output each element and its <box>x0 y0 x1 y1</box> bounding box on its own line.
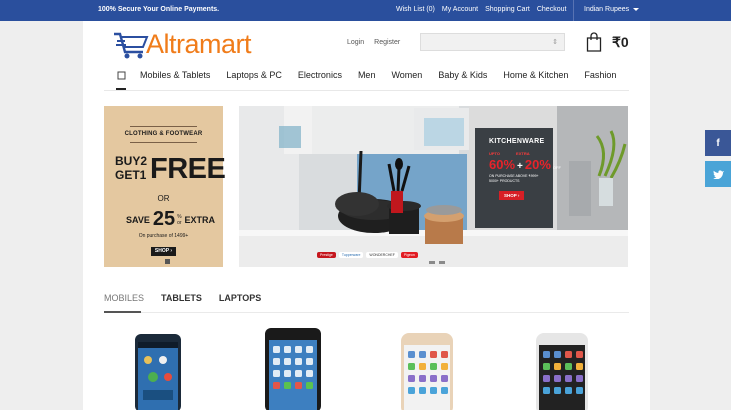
kitchenware-promo: KITCHENWARE UPTO EXTRA 60% + 20% OFF ON … <box>489 138 561 202</box>
extra-label: EXTRA <box>516 151 530 156</box>
android-phone-image[interactable] <box>133 332 183 410</box>
nav-item-mobiles-tablets[interactable]: Mobiles & Tablets <box>140 70 210 80</box>
top-bar: 100% Secure Your Online Payments. Wish L… <box>0 0 731 21</box>
save-label: SAVE <box>126 214 150 225</box>
twitter-icon[interactable] <box>705 161 731 187</box>
slider-dot[interactable] <box>439 261 445 264</box>
discount-primary: 60% <box>489 157 516 172</box>
or-small: or <box>177 219 182 226</box>
shopping-bag-icon[interactable] <box>586 32 602 52</box>
nav-item-baby-kids[interactable]: Baby & Kids <box>438 70 487 80</box>
wishlist-link[interactable]: Wish List (0) <box>396 6 435 13</box>
brand-logos: Prestige Tupperware WONDERCHEF Pigeon <box>317 252 418 258</box>
kitchenware-banner[interactable]: KITCHENWARE UPTO EXTRA 60% + 20% OFF ON … <box>239 106 628 267</box>
buy-line: BUY2 <box>115 154 148 168</box>
topbar-divider <box>573 0 574 21</box>
nav-item-electronics[interactable]: Electronics <box>298 70 342 80</box>
register-link[interactable]: Register <box>374 39 400 46</box>
search-box: ⇕ <box>420 33 565 54</box>
extra-label: EXTRA <box>184 214 216 225</box>
logo[interactable]: Altramart <box>113 29 252 60</box>
kitchen-scene <box>239 106 628 267</box>
login-link[interactable]: Login <box>347 39 364 46</box>
purchase-note: On purchase of 1499+ <box>138 233 189 239</box>
shop-button[interactable]: SHOP › <box>151 247 176 256</box>
promo-heading: KITCHENWARE <box>489 138 545 145</box>
iphone-gold-image[interactable] <box>399 331 455 410</box>
iphone-silver-image[interactable] <box>534 331 590 410</box>
kitchen-shop-label: SHOP <box>504 193 517 198</box>
banner-title: CLOTHING & FOOTWEAR <box>124 131 203 137</box>
brand-logo: Pigeon <box>400 252 418 258</box>
product-grid <box>104 326 629 410</box>
promo-conditions: ON PURCHASE ABOVE ₹999+ 5000+ PRODUCTS <box>489 174 561 184</box>
currency-label: Indian Rupees <box>584 6 630 13</box>
banner-rule-top <box>130 126 197 127</box>
cart-logo-icon <box>114 32 149 58</box>
checkout-link[interactable]: Checkout <box>537 6 567 13</box>
save-percent: 25 <box>152 208 176 230</box>
brand-logo: Tupperware <box>338 252 364 258</box>
product-tabs: MOBILES TABLETS LAPTOPS <box>104 293 278 303</box>
banner-indicator <box>165 259 170 264</box>
nav-item-fashion[interactable]: Fashion <box>584 70 616 80</box>
main-nav: Mobiles & Tablets Laptops & PC Electroni… <box>116 70 632 90</box>
cart-total[interactable]: ₹0 <box>612 34 629 51</box>
caret-down-icon <box>633 8 640 11</box>
promo-discounts: 60% + 20% OFF <box>489 157 561 172</box>
nav-item-home-kitchen[interactable]: Home & Kitchen <box>503 70 568 80</box>
logo-text: Altramart <box>146 29 252 59</box>
discount-extra: 20% <box>524 157 551 172</box>
home-glyph <box>117 71 126 79</box>
nav-item-women[interactable]: Women <box>391 70 422 80</box>
shopping-cart-link[interactable]: Shopping Cart <box>485 6 530 13</box>
auth-links: Login Register <box>347 39 400 46</box>
upto-label: UPTO <box>489 151 501 156</box>
get-line: GET1 <box>115 168 147 182</box>
or-text: OR <box>157 194 170 203</box>
currency-selector[interactable]: Indian Rupees <box>584 6 640 13</box>
save-offer: SAVE 25 % or EXTRA <box>126 208 215 231</box>
nav-item-laptops-pc[interactable]: Laptops & PC <box>226 70 282 80</box>
nav-divider <box>104 90 629 91</box>
top-links: Wish List (0) My Account Shopping Cart C… <box>396 6 566 13</box>
search-toggle-icon[interactable]: ⇕ <box>552 38 558 46</box>
tab-laptops[interactable]: LAPTOPS <box>219 293 261 303</box>
kitchen-shop-button[interactable]: SHOP › <box>499 191 525 200</box>
page-container: Altramart Login Register ⇕ ₹0 Mobiles & … <box>83 21 650 410</box>
discount-plus: + <box>517 161 523 172</box>
twitter-glyph <box>712 169 724 179</box>
tab-active-underline <box>104 311 141 313</box>
tab-tablets[interactable]: TABLETS <box>161 293 202 303</box>
my-account-link[interactable]: My Account <box>442 6 478 13</box>
tab-mobiles[interactable]: MOBILES <box>104 293 144 303</box>
secure-payment-text: 100% Secure Your Online Payments. <box>98 6 220 13</box>
facebook-icon[interactable]: f <box>705 130 731 156</box>
nav-item-men[interactable]: Men <box>358 70 376 80</box>
tabs-divider <box>104 312 629 313</box>
buy-get-text: BUY2 GET1 <box>115 154 148 182</box>
off-label: OFF <box>552 165 561 170</box>
brand-logo: Prestige <box>317 252 336 258</box>
search-input[interactable] <box>421 37 541 54</box>
banner-rule-bottom <box>130 142 197 143</box>
slider-dot[interactable] <box>429 261 435 264</box>
promo-upto-extra: UPTO EXTRA <box>489 151 561 156</box>
home-icon[interactable] <box>116 71 126 90</box>
condition-line-2: 5000+ PRODUCTS <box>489 179 520 183</box>
free-text: FREE <box>150 153 226 185</box>
iphone-black-image[interactable] <box>263 326 323 410</box>
clothing-footwear-banner[interactable]: CLOTHING & FOOTWEAR BUY2 GET1 FREE OR SA… <box>104 106 226 267</box>
slider-dots <box>429 261 445 264</box>
facebook-glyph: f <box>716 137 720 149</box>
shop-button-label: SHOP <box>154 248 170 254</box>
percent-or: % or <box>177 214 181 226</box>
brand-logo: WONDERCHEF <box>366 252 398 258</box>
